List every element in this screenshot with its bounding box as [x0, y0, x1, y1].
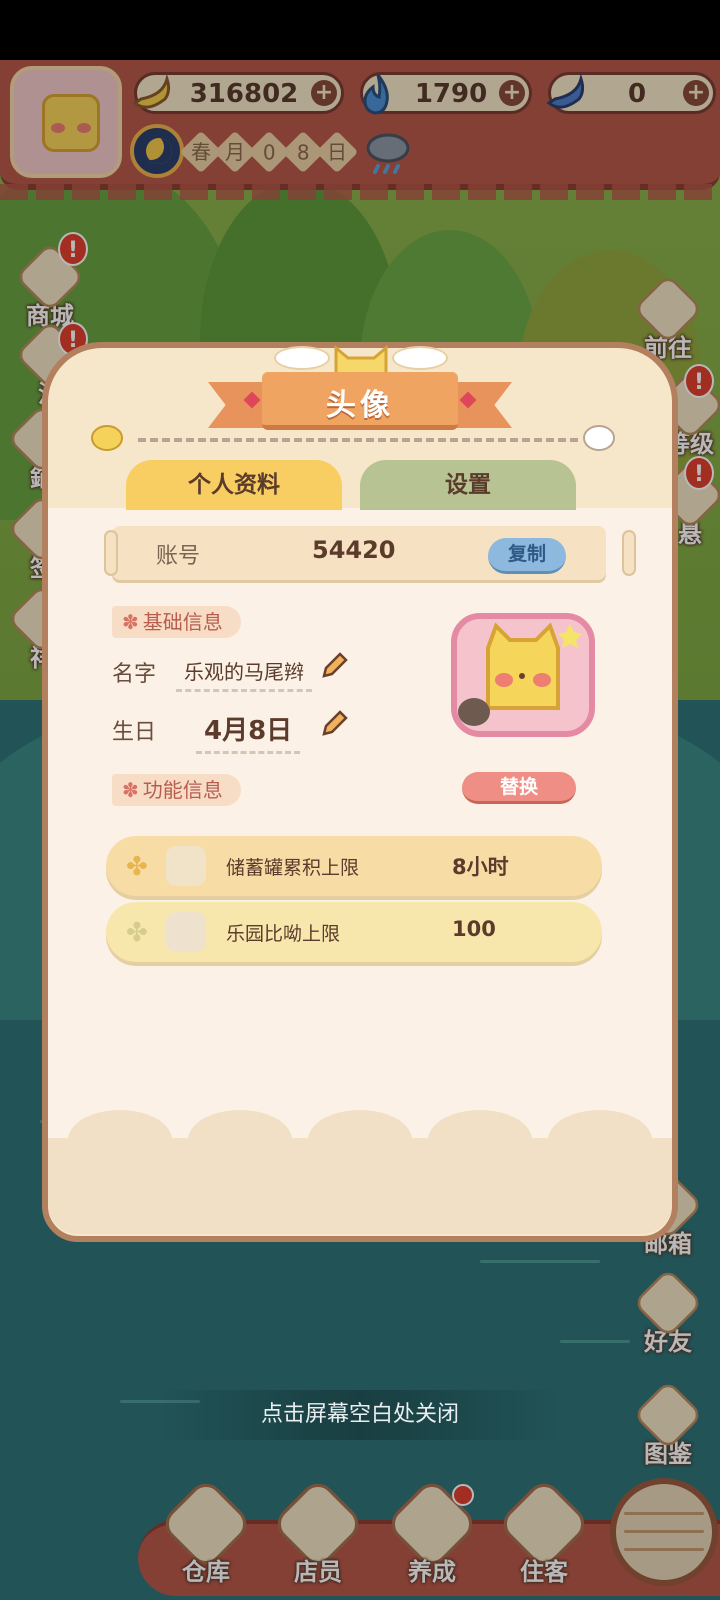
- section-title: 功能信息: [142, 778, 223, 802]
- dialog-title: 头像: [326, 388, 394, 423]
- basic-info-header: ✽ 基础信息: [112, 606, 241, 638]
- account-label: 账号: [156, 544, 201, 569]
- squirrel-icon: [166, 912, 206, 952]
- section-title: 基础信息: [142, 610, 223, 634]
- bar-endcap: [622, 530, 636, 576]
- stat-name: 储蓄罐累积上限: [226, 857, 360, 879]
- edit-name-icon[interactable]: [320, 652, 348, 680]
- copy-button[interactable]: 复制: [488, 538, 566, 574]
- profile-dialog: 头像 个人资料 设置 账号 54420 复制 ✽ 基础信息 名字 乐观的马尾辫 生…: [42, 342, 678, 1242]
- scallop-bump: [308, 1110, 412, 1170]
- name-label: 名字: [112, 662, 157, 687]
- yellow-bird-icon: [91, 425, 123, 451]
- clover-icon: ✤: [126, 918, 148, 948]
- pig-icon: [166, 846, 206, 886]
- wing-icon: [274, 346, 330, 370]
- stat-value: 8小时: [452, 855, 509, 879]
- birthday-value: 4月8日: [196, 710, 301, 754]
- tab-settings[interactable]: 设置: [360, 460, 576, 510]
- stat-value: 100: [452, 917, 496, 941]
- white-bird-icon: [583, 425, 615, 451]
- wing-icon: [392, 346, 448, 370]
- scallop-bump: [428, 1110, 532, 1170]
- clover-icon: ✤: [126, 852, 148, 882]
- edit-birthday-icon[interactable]: [320, 710, 348, 738]
- dialog-title-ribbon: 头像: [208, 372, 512, 436]
- flower-icon: ✽: [122, 778, 139, 802]
- profile-avatar-icon: [451, 613, 595, 737]
- divider: [138, 438, 578, 442]
- stat-name: 乐园比呦上限: [226, 923, 341, 945]
- tap-to-close-hint: 点击屏幕空白处关闭: [160, 1390, 560, 1440]
- scallop-bump: [68, 1110, 172, 1170]
- birthday-label: 生日: [112, 720, 157, 745]
- dialog-footer-scallop: [48, 1110, 672, 1234]
- account-id: 54420: [312, 536, 396, 564]
- name-value: 乐观的马尾辫: [176, 656, 312, 692]
- replace-avatar-button[interactable]: 替换: [462, 772, 576, 804]
- bar-endcap: [104, 530, 118, 576]
- stat-row-piggy-bank: ✤ 储蓄罐累积上限 8小时: [106, 836, 602, 896]
- scallop-bump: [188, 1110, 292, 1170]
- stat-row-park-limit: ✤ 乐园比呦上限 100: [106, 902, 602, 962]
- scallop-bump: [548, 1110, 652, 1170]
- flower-icon: ✽: [122, 610, 139, 634]
- function-info-header: ✽ 功能信息: [112, 774, 241, 806]
- tab-profile[interactable]: 个人资料: [126, 460, 342, 510]
